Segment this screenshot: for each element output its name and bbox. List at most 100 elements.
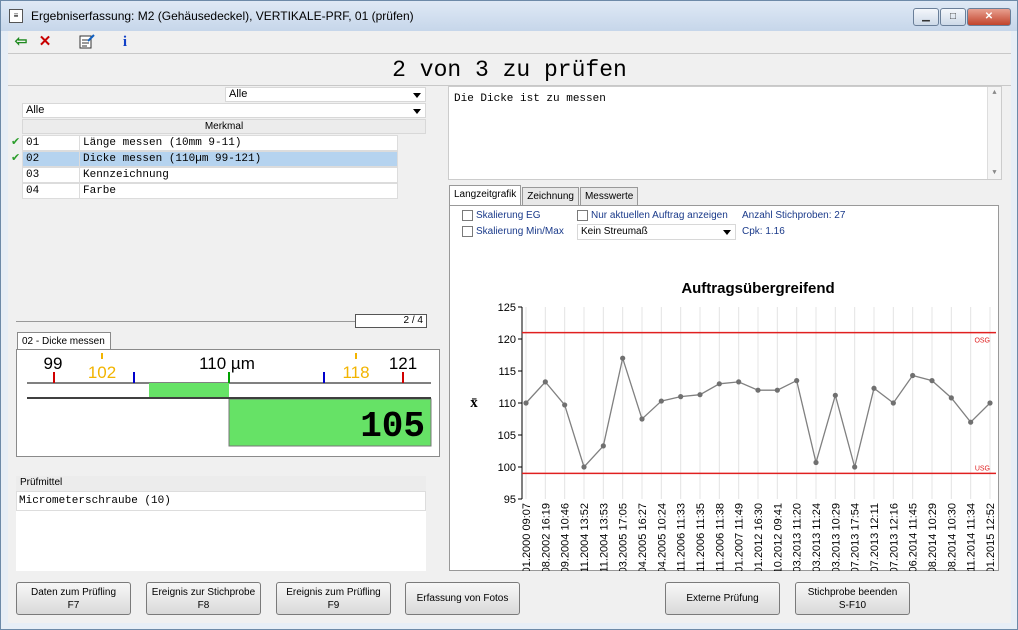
x-tick-label: 04.06.2014 11:45 (908, 503, 920, 571)
maximize-button[interactable]: □ (940, 8, 966, 26)
x-tick-label: 04.07.2013 17:54 (850, 503, 862, 571)
main-window: ≡ Ergebniserfassung: M2 (Gehäusedeckel),… (0, 0, 1018, 630)
button-ereignis-zum-prüfling[interactable]: Ereignis zum Prüfling F9 (276, 582, 391, 615)
scroll-down-icon[interactable]: ▼ (988, 169, 1001, 177)
toolbar: ⇦ ✕ i (8, 31, 1011, 53)
skalierung-minmax-checkbox[interactable] (462, 226, 473, 237)
skalierung-eg-label: Skalierung EG (476, 210, 541, 221)
x-tick-label: 29.01.2015 12:52 (985, 503, 997, 571)
x-tick-label: 04.01.2007 11:49 (734, 503, 746, 571)
filter-select-top[interactable]: Alle (225, 87, 426, 102)
usg-label: USG (975, 465, 990, 472)
column-header-merkmal[interactable]: Merkmal (22, 119, 426, 134)
tab-messwerte[interactable]: Messwerte (579, 187, 639, 206)
description-box[interactable]: Die Dicke ist zu messen ▲ ▼ (448, 86, 1002, 180)
cpk-value: Cpk: 1.16 (742, 226, 785, 237)
data-point (890, 400, 896, 406)
back-arrow-icon[interactable]: ⇦ (12, 33, 30, 51)
data-point (620, 355, 626, 361)
merkmal-code: 03 (26, 169, 40, 181)
button-erfassung-von-fotos[interactable]: Erfassung von Fotos (405, 582, 520, 615)
data-point (600, 443, 606, 449)
edit-icon[interactable] (78, 33, 96, 51)
merkmal-row[interactable]: 02 Dicke messen (110µm 99-121) (22, 151, 398, 167)
gauge-value: 105 (360, 406, 425, 447)
skalierung-minmax-label: Skalierung Min/Max (476, 226, 564, 237)
data-point (910, 372, 916, 379)
button-label: Stichprobe beenden (807, 586, 898, 598)
gauge-label-warn-high: 118 (342, 363, 369, 382)
pruefmittel-field[interactable]: Micrometerschraube (10) (16, 491, 426, 511)
merkmal-row-divider (79, 136, 80, 150)
data-point (697, 392, 703, 398)
tab-langzeitgrafik[interactable]: Langzeitgrafik (449, 185, 522, 206)
button-label: Ereignis zum Prüfling (286, 586, 381, 598)
x-tick-label: 17.09.2004 10:46 (560, 503, 572, 571)
nur-aktuellen-checkbox[interactable] (577, 210, 588, 221)
title-bar: ≡ Ergebniserfassung: M2 (Gehäusedeckel),… (1, 1, 1017, 31)
osg-label: OSG (974, 338, 990, 345)
chart-tabs: Langzeitgrafik Zeichnung Messwerte (449, 185, 639, 206)
data-point (852, 464, 858, 470)
x-tick-label: 14.08.2002 16:19 (540, 503, 552, 571)
button-daten-zum-prüfling[interactable]: Daten zum Prüfling F7 (16, 582, 131, 615)
scroll-up-icon[interactable]: ▲ (988, 89, 1001, 97)
merkmal-row-divider (79, 168, 80, 182)
gauge-label-max: 121 (389, 354, 417, 373)
merkmal-name: Länge messen (10mm 9-11) (83, 137, 242, 149)
description-scrollbar[interactable]: ▲ ▼ (987, 87, 1001, 179)
merkmal-row-divider (79, 152, 80, 166)
gauge-nominal-marker (228, 372, 230, 383)
data-point (581, 464, 587, 470)
check-icon: ✔ (11, 152, 21, 164)
pager: 2 / 4 (355, 314, 427, 328)
button-label: Erfassung von Fotos (416, 593, 509, 604)
x-tick-label: 01.11.2006 11:35 (695, 503, 707, 571)
button-label: Externe Prüfung (686, 593, 759, 604)
button-externe-prüfung[interactable]: Externe Prüfung (665, 582, 780, 615)
gauge-label-warn-low: 102 (88, 363, 116, 382)
y-tick-label: 115 (498, 366, 516, 378)
data-point (968, 419, 974, 425)
data-point (774, 387, 780, 393)
button-label: Daten zum Prüfling (30, 586, 117, 598)
button-shortcut: F7 (67, 599, 80, 611)
merkmal-row[interactable]: 01 Länge messen (10mm 9-11) (22, 135, 398, 151)
gauge-blue-marker-right (323, 372, 325, 383)
button-stichprobe-beenden[interactable]: Stichprobe beenden S-F10 (795, 582, 910, 615)
y-tick-label: 100 (498, 462, 516, 474)
data-point (736, 379, 742, 385)
data-point (987, 400, 993, 406)
merkmal-row[interactable]: 03 Kennzeichnung (22, 167, 398, 183)
y-tick-label: 95 (504, 494, 516, 506)
streumass-select[interactable]: Kein Streumaß (577, 224, 736, 240)
gauge-range-bar (149, 383, 229, 397)
tab-zeichnung[interactable]: Zeichnung (522, 187, 579, 206)
tab-dicke-messen[interactable]: 02 - Dicke messen (17, 332, 111, 350)
cancel-icon[interactable]: ✕ (36, 33, 54, 51)
skalierung-eg-checkbox[interactable] (462, 210, 473, 221)
minimize-button[interactable]: ▁ (913, 8, 939, 26)
button-shortcut: S-F10 (838, 599, 867, 611)
x-tick-label: 30.07.2013 12:11 (869, 503, 881, 571)
chart-title: Auftragsübergreifend (681, 280, 834, 297)
filter-select[interactable]: Alle (22, 103, 426, 118)
x-tick-label: 10.01.2000 09:07 (521, 503, 533, 571)
merkmal-name: Kennzeichnung (83, 169, 169, 181)
gauge-min-marker (53, 372, 55, 383)
x-tick-label: 20.04.2005 16:27 (637, 503, 649, 571)
button-ereignis-zur-stichprobe[interactable]: Ereignis zur Stichprobe F8 (146, 582, 261, 615)
check-icon: ✔ (11, 136, 21, 148)
y-tick-label: 105 (498, 430, 516, 442)
gauge-label-min: 99 (44, 354, 63, 373)
data-point (813, 459, 819, 466)
close-button[interactable]: ✕ (967, 8, 1011, 26)
merkmal-row[interactable]: 04 Farbe (22, 183, 398, 199)
y-tick-label: 120 (498, 334, 516, 346)
info-icon[interactable]: i (116, 33, 134, 51)
x-tick-label: 25.11.2004 13:52 (579, 503, 591, 571)
merkmal-code: 02 (26, 153, 40, 165)
y-tick-label: 110 (498, 398, 516, 410)
data-point (523, 400, 529, 406)
gauge-blue-marker-left (133, 372, 135, 383)
